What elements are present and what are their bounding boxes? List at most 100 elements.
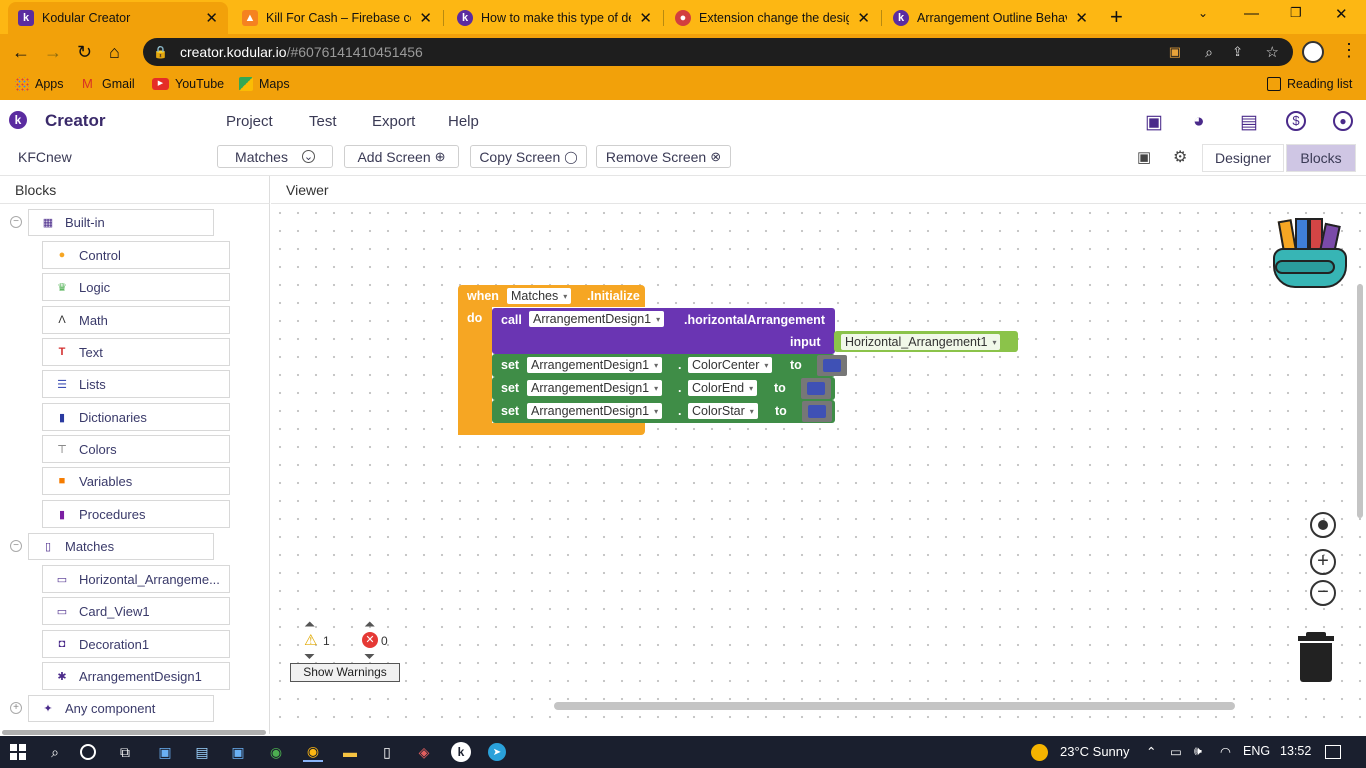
copy-screen-button[interactable]: Copy Screen ◯ [470,145,587,168]
star-icon[interactable]: ☆ [1266,43,1279,61]
kodular-icon[interactable]: k [451,742,471,762]
show-warnings-button[interactable]: Show Warnings [290,663,400,682]
bookmark-maps[interactable]: Maps [239,77,290,91]
blocks-item-dictionaries[interactable]: ▮ Dictionaries [42,403,230,431]
app-icon[interactable]: ▣ [155,742,175,762]
recenter-icon[interactable] [1310,512,1336,538]
weather-text[interactable]: 23°C Sunny [1060,744,1130,759]
browser-tab[interactable]: k Kodular Creator ✕ [8,2,228,34]
screen-group[interactable]: ▯ Matches [28,533,214,560]
new-tab-button[interactable]: + [1110,4,1123,30]
kodular-logo-icon[interactable]: k [9,111,27,129]
expand-icon[interactable]: + [10,702,22,714]
set-component-dropdown[interactable]: ArrangementDesign1 ▾ [527,357,663,373]
horizontal-scrollbar[interactable] [554,702,1235,710]
zoom-out-icon[interactable]: − [1310,580,1336,606]
set-component-dropdown[interactable]: ArrangementDesign1 ▾ [527,403,663,419]
component-item[interactable]: ◘ Decoration1 [42,630,230,658]
color-swatch[interactable] [807,382,825,395]
blocks-item-math[interactable]: Λ Math [42,306,230,334]
app-icon[interactable]: ◈ [414,742,434,762]
event-component-dropdown[interactable]: Matches ▾ [507,288,572,304]
trash-icon[interactable] [1298,632,1334,682]
bookmark-youtube[interactable]: ▶ YouTube [152,77,224,91]
language-indicator[interactable]: ENG [1243,744,1270,758]
reading-list-button[interactable]: Reading list [1267,77,1352,91]
designer-tab[interactable]: Designer [1202,144,1284,172]
blocks-item-control[interactable]: ● Control [42,241,230,269]
color-swatch[interactable] [823,359,841,372]
color-swatch[interactable] [808,405,826,418]
profile-avatar[interactable] [1302,41,1324,63]
browser-tab[interactable]: ● Extension change the design ✕ [665,2,880,34]
task-view-icon[interactable]: ⧉ [115,742,135,762]
folder-icon[interactable]: ▣ [1145,111,1163,134]
close-icon[interactable]: ✕ [205,9,218,27]
menu-help[interactable]: Help [448,113,479,130]
telegram-icon[interactable]: ➤ [488,743,506,761]
search-icon[interactable]: ⌕ [45,742,65,762]
blocks-item-logic[interactable]: ♛ Logic [42,273,230,301]
backpack-icon[interactable] [1271,218,1349,290]
close-icon[interactable]: ✕ [639,9,652,27]
remove-screen-button[interactable]: Remove Screen ⊗ [596,145,731,168]
sidebar-scrollbar[interactable] [2,730,266,735]
component-item[interactable]: ▭ Card_View1 [42,597,230,625]
minimize-button[interactable]: — [1244,5,1259,22]
close-icon[interactable]: ✕ [419,9,432,27]
settings-gear-icon[interactable]: ⚙ [1173,147,1187,167]
tray-chevron-icon[interactable]: ⌃ [1146,744,1156,759]
builtin-group[interactable]: ▦ Built-in [28,209,214,236]
palette-icon[interactable]: ◕ [1193,111,1204,133]
blocks-workspace[interactable]: when Matches ▾ .Initialize do call Arrang… [271,204,1366,734]
menu-project[interactable]: Project [226,113,273,130]
dollar-icon[interactable]: $ [1286,111,1306,131]
close-icon[interactable]: ✕ [1075,9,1088,27]
tab-search-icon[interactable]: ⌄ [1198,6,1208,20]
share-icon[interactable]: ⇪ [1232,44,1243,60]
zoom-icon[interactable]: ⌕ [1205,44,1213,61]
forward-icon[interactable]: → [44,42,62,62]
browser-tab[interactable]: ▲ Kill For Cash – Firebase console ✕ [232,2,442,34]
zoom-in-icon[interactable]: + [1310,549,1336,575]
notepad-icon[interactable]: ▤ [192,742,212,762]
reload-icon[interactable]: ↻ [77,42,92,62]
menu-export[interactable]: Export [372,113,415,130]
volume-icon[interactable]: 🕪 [1194,744,1202,759]
set-property-dropdown[interactable]: ColorCenter ▾ [688,357,773,373]
arg-component-dropdown[interactable]: Horizontal_Arrangement1 ▾ [841,334,1001,350]
add-screen-button[interactable]: Add Screen ⊕ [344,145,459,168]
windows-start-icon[interactable] [8,742,28,762]
maximize-button[interactable]: ❐ [1290,5,1302,21]
blocks-item-variables[interactable]: ■ Variables [42,467,230,495]
menu-test[interactable]: Test [309,113,337,130]
home-icon[interactable]: ⌂ [109,42,120,62]
set-property-dropdown[interactable]: ColorEnd ▾ [688,380,758,396]
cast-icon[interactable]: ▣ [1169,44,1181,60]
browser-tab[interactable]: k Arrangement Outline Behaviour ✕ [883,2,1098,34]
set-property-dropdown[interactable]: ColorStar ▾ [688,403,758,419]
screen-select[interactable]: Matches ⌄ [217,145,333,168]
bookmark-apps[interactable]: Apps [15,77,64,91]
cortana-icon[interactable] [80,744,96,760]
collapse-icon[interactable]: − [10,216,22,228]
gallery-icon[interactable]: ▣ [1137,148,1151,166]
blocks-item-colors[interactable]: ⊤ Colors [42,435,230,463]
wifi-icon[interactable]: ◠ [1220,744,1231,759]
file-icon[interactable]: ▯ [377,742,397,762]
component-item[interactable]: ▭ Horizontal_Arrangeme... [42,565,230,593]
library-icon[interactable]: ▤ [1240,111,1258,134]
more-menu-icon[interactable]: ⋮ [1340,40,1358,60]
blocks-tab[interactable]: Blocks [1286,144,1356,172]
clock[interactable]: 13:52 [1280,744,1311,758]
file-explorer-icon[interactable]: ▬ [340,742,360,762]
blocks-item-procedures[interactable]: ▮ Procedures [42,500,230,528]
chrome-icon[interactable]: ◉ [266,742,286,762]
back-icon[interactable]: ← [12,42,30,62]
close-icon[interactable]: ✕ [857,9,870,27]
bookmark-gmail[interactable]: M Gmail [82,77,135,92]
chrome-canary-icon[interactable]: ◉ [303,742,323,762]
vertical-scrollbar[interactable] [1357,284,1363,518]
account-icon[interactable]: ● [1333,111,1353,131]
call-component-dropdown[interactable]: ArrangementDesign1 ▾ [529,311,665,327]
